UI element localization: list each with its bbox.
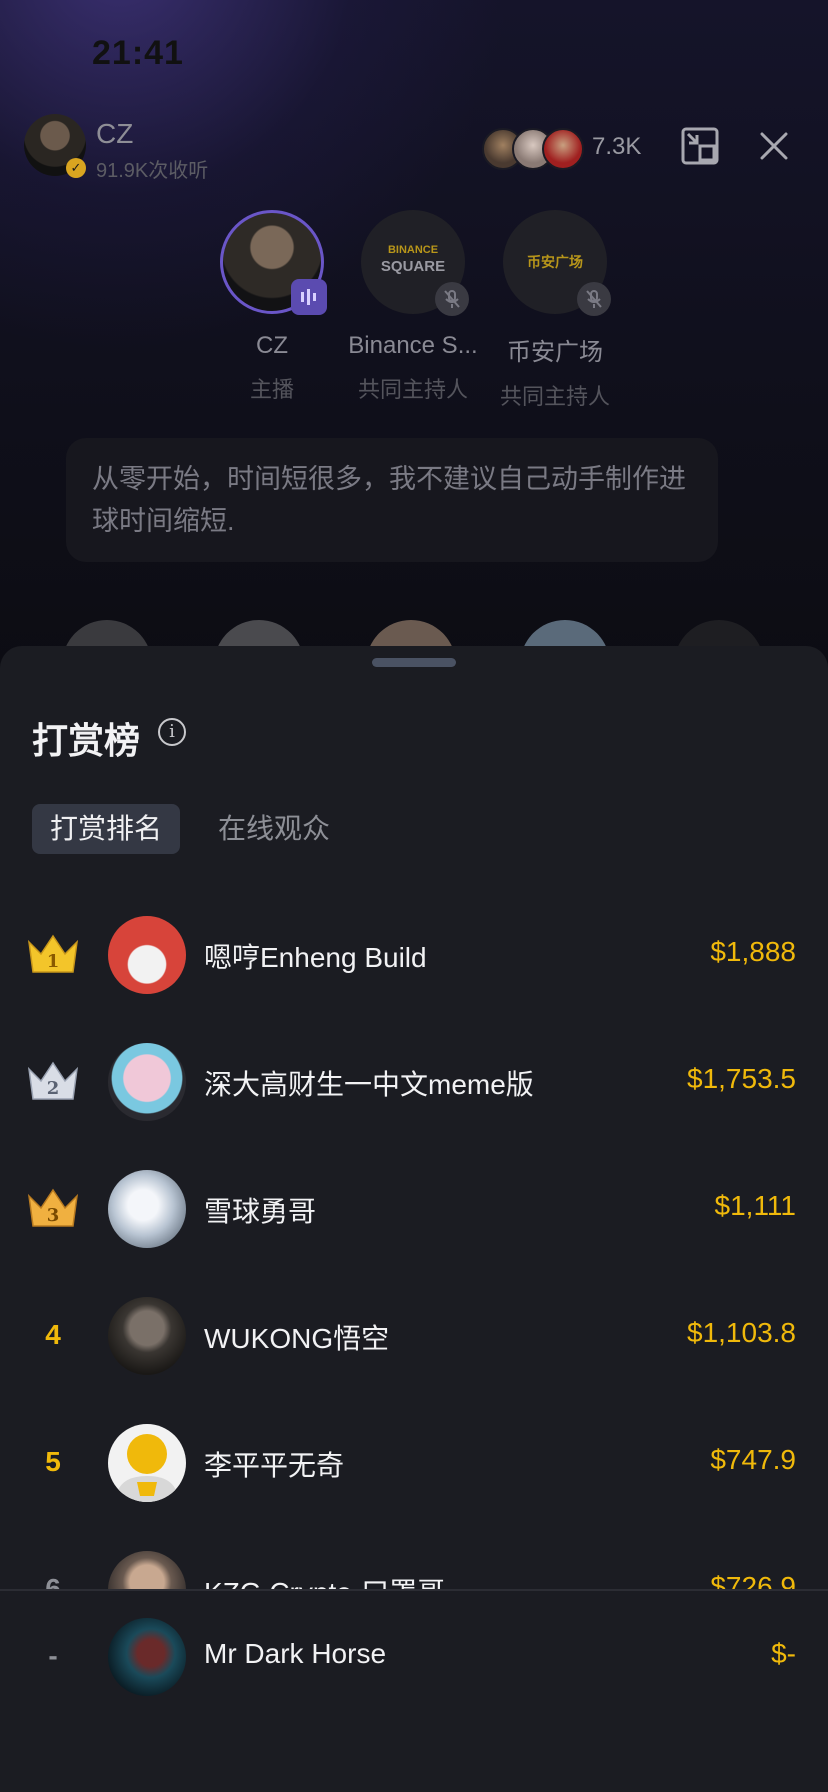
rank-number: 2 (47, 1078, 60, 1099)
avatar (108, 1551, 186, 1589)
verified-badge-icon: ✓ (66, 158, 86, 178)
avatar (108, 1170, 186, 1248)
logo-text: SQUARE (380, 258, 446, 275)
my-rank-row[interactable]: - Mr Dark Horse $- (0, 1616, 828, 1696)
logo-text: BINANCE (387, 244, 439, 256)
leaderboard-row[interactable]: 3 雪球勇哥 $1,111 (0, 1168, 828, 1248)
tip-amount: $726.9 (710, 1571, 796, 1589)
rank-number: 6 (45, 1573, 61, 1589)
tip-amount: $1,103.8 (687, 1317, 796, 1348)
tip-amount: $1,888 (710, 936, 796, 967)
user-name: KZG Crypto-口罩哥 (204, 1571, 445, 1589)
rank-number: 1 (47, 951, 60, 972)
tip-amount: $- (771, 1638, 796, 1669)
leaderboard-row[interactable]: 1 嗯哼Enheng Build $1,888 (0, 914, 828, 994)
rank-cell: - (22, 1628, 84, 1684)
live-caption: 从零开始，时间短很多，我不建议自己动手制作进球时间缩短. (66, 438, 718, 562)
logo-text: 币安广场 (527, 254, 583, 270)
user-name: 李平平无奇 (204, 1450, 345, 1481)
tip-amount: $1,753.5 (687, 1063, 796, 1094)
avatar (108, 916, 186, 994)
gold-crown-icon: 1 (22, 926, 84, 982)
rank-cell: 5 (22, 1434, 84, 1490)
leaderboard-row[interactable]: 6 KZG Crypto-口罩哥 $726.9 (0, 1549, 828, 1589)
binance-square-logo: BINANCE SQUARE (361, 210, 469, 316)
rank-number: 4 (45, 1319, 61, 1350)
speaker-name: 币安广场 (507, 339, 603, 366)
user-name: Mr Dark Horse (204, 1638, 387, 1669)
leaderboard-row[interactable]: 2 深大高财生一中文meme版 $1,753.5 (0, 1041, 828, 1121)
avatar (108, 1297, 186, 1375)
leaderboard-row[interactable]: 4 WUKONG悟空 $1,103.8 (0, 1295, 828, 1375)
bronze-crown-icon: 3 (22, 1180, 84, 1236)
default-avatar-icon (116, 1434, 178, 1502)
host-listen-count: 91.9K次收听 (96, 160, 209, 182)
speaker-role: 共同主持人 (499, 384, 610, 409)
user-name: 嗯哼Enheng Build (204, 942, 427, 973)
minimize-icon[interactable] (680, 126, 720, 166)
silver-crown-icon: 2 (22, 1053, 84, 1109)
viewer-count[interactable]: 7.3K (592, 133, 641, 161)
avatar (108, 1618, 186, 1696)
user-name: 雪球勇哥 (204, 1196, 317, 1227)
divider (0, 1589, 828, 1591)
user-name: 深大高财生一中文meme版 (204, 1069, 534, 1100)
rank-number: 5 (45, 1446, 61, 1477)
leaderboard-list[interactable]: 1 嗯哼Enheng Build $1,888 2 深大高财生一中文meme版 … (0, 646, 828, 1589)
mic-muted-icon (435, 282, 469, 316)
tip-leaderboard-sheet: 打赏榜 i 打赏排名 在线观众 1 嗯哼Enheng Build $1,888 … (0, 646, 828, 1792)
avatar (108, 1043, 186, 1121)
host-name: CZ (96, 118, 134, 149)
rank-number: 3 (47, 1205, 60, 1226)
tip-amount: $1,111 (714, 1190, 796, 1221)
avatar (108, 1424, 186, 1502)
caption-text: 从零开始，时间短很多，我不建议自己动手制作进球时间缩短. (92, 464, 686, 536)
close-icon[interactable] (754, 126, 794, 166)
speaker-avatar (220, 210, 327, 315)
speaker-binance-plaza[interactable]: 币安广场 币安广场 共同主持人 (465, 210, 645, 411)
mic-muted-icon (577, 282, 611, 316)
rank-cell: 6 (22, 1561, 84, 1589)
leaderboard-row[interactable]: 5 李平平无奇 $747.9 (0, 1422, 828, 1502)
rank-number: - (48, 1640, 58, 1671)
tip-amount: $747.9 (710, 1444, 796, 1475)
binance-plaza-logo: 币安广场 (503, 210, 611, 316)
user-name: WUKONG悟空 (204, 1323, 390, 1354)
rank-cell: 4 (22, 1307, 84, 1363)
viewer-avatar[interactable] (542, 128, 584, 170)
speaking-icon (291, 279, 327, 315)
status-time: 21:41 (92, 34, 184, 72)
